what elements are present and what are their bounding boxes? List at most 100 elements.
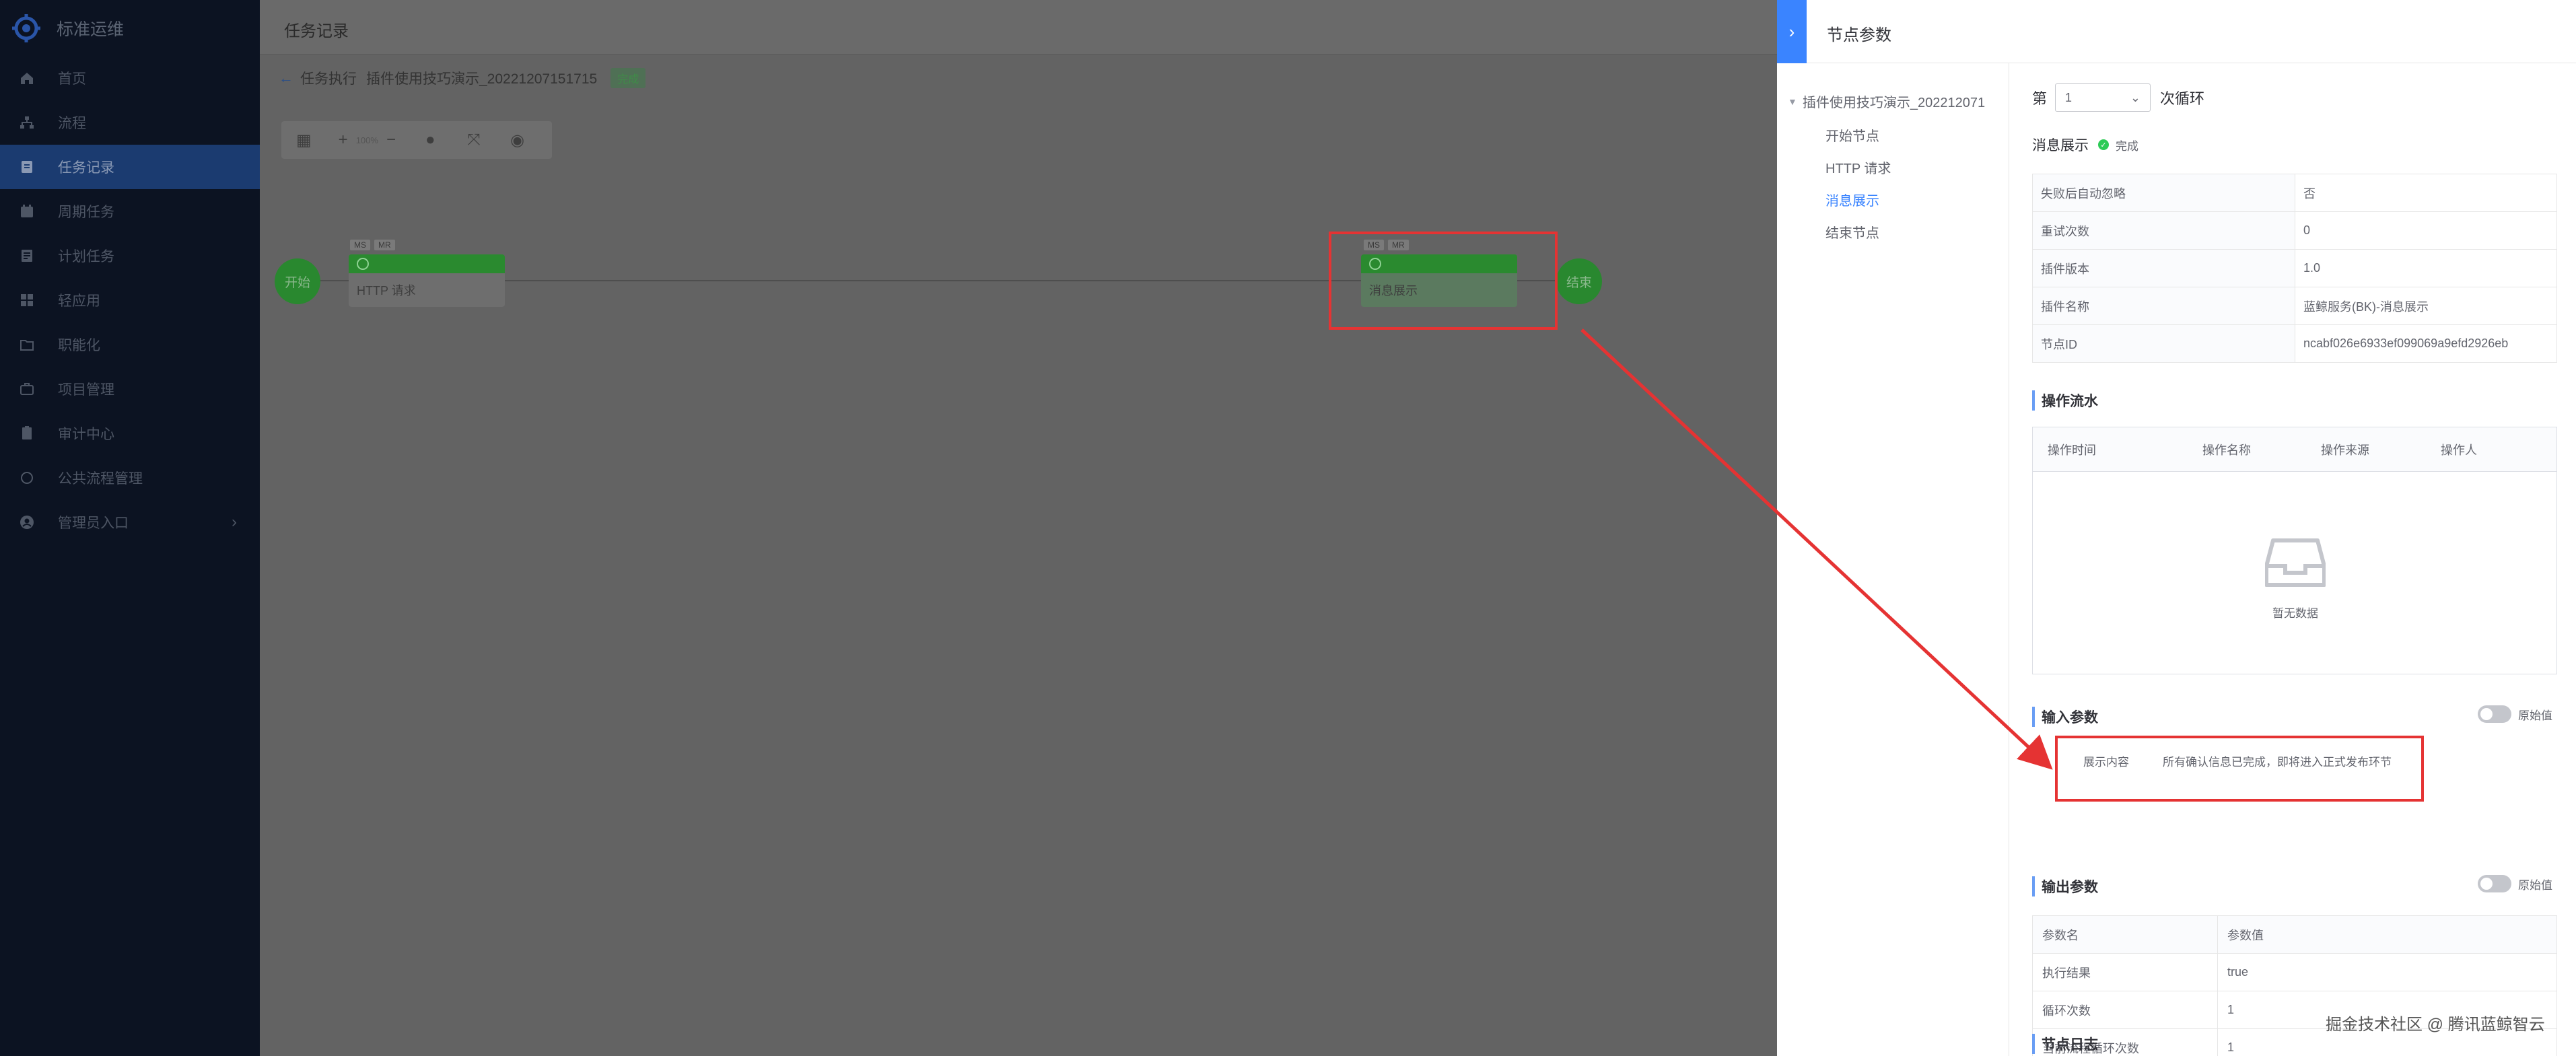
back-arrow-icon[interactable]: ← — [279, 69, 293, 87]
sidebar-item-plan-task[interactable]: 计划任务 — [0, 234, 260, 278]
brand-name: 标准运维 — [57, 20, 125, 39]
breadcrumb-parent[interactable]: 任务执行 — [300, 68, 357, 88]
sidebar-item-label: 轻应用 — [58, 293, 100, 309]
logo-gear-icon — [12, 14, 40, 42]
sidebar-item-project[interactable]: 项目管理 — [0, 367, 260, 411]
sidebar-item-light-app[interactable]: 轻应用 — [0, 278, 260, 322]
zoom-out-icon[interactable]: − — [386, 131, 396, 149]
tree-item-start[interactable]: 开始节点 — [1825, 125, 1879, 145]
reset-icon[interactable]: ● — [421, 131, 440, 149]
toggle-label: 原始值 — [2518, 709, 2552, 722]
light-app-icon — [21, 294, 33, 306]
node-status: 完成 — [2116, 139, 2138, 153]
sidebar-item-functional[interactable]: 职能化 — [0, 322, 260, 367]
node-tree: ▼ 插件使用技巧演示_202212071 开始节点 HTTP 请求 消息展示 结… — [1777, 63, 2009, 1056]
canvas-toolbar: ▦ + 100% − ● ⤧ ◉ — [281, 121, 552, 159]
toggle-label: 原始值 — [2518, 878, 2552, 892]
loop-suffix: 次循环 — [2160, 90, 2205, 107]
sidebar-item-label: 项目管理 — [58, 382, 114, 398]
toggle-switch[interactable] — [2478, 875, 2511, 892]
table-header: 参数名 参数值 — [2032, 915, 2557, 954]
sidebar-item-flow[interactable]: 流程 — [0, 100, 260, 145]
plan-task-icon — [22, 250, 32, 262]
tree-item-message[interactable]: 消息展示 — [1825, 190, 1879, 209]
eye-icon[interactable]: ◉ — [508, 131, 526, 149]
sidebar-item-home[interactable]: 首页 — [0, 56, 260, 100]
periodic-task-icon — [21, 205, 33, 217]
tree-item-end[interactable]: 结束节点 — [1825, 222, 1879, 242]
loop-select[interactable]: 1 ⌄ — [2055, 83, 2151, 112]
output-params-table: 参数名 参数值 执行结果 true 循环次数 1 当前流程循环次数 1 — [2032, 915, 2557, 1056]
start-node[interactable]: 开始 — [275, 258, 320, 304]
node-info-table: 失败后自动忽略否 重试次数 0 插件版本 1.0 插件名称 蓝鲸服务(BK)-消息展示… — [2032, 174, 2557, 363]
status-badge: 完成 — [611, 68, 646, 88]
empty-text: 暂无数据 — [2272, 607, 2318, 620]
sidebar-item-admin[interactable]: 管理员入口 › — [0, 500, 260, 544]
layout-icon[interactable]: ▦ — [295, 131, 313, 149]
main-header: 任务记录 — [260, 0, 1777, 55]
node-name: 消息展示 — [2032, 138, 2089, 153]
flow-icon — [20, 116, 34, 129]
home-icon — [21, 73, 33, 84]
node-tag: MS — [350, 240, 370, 250]
audit-icon — [22, 426, 32, 439]
input-raw-toggle[interactable]: 原始值 — [2478, 705, 2552, 723]
chevron-down-icon: ⌄ — [2130, 90, 2141, 104]
table-row: 执行结果 true — [2032, 953, 2557, 991]
sidebar-item-label: 公共流程管理 — [58, 471, 143, 487]
breadcrumb: ← 任务执行 插件使用技巧演示_20221207151715 完成 — [279, 67, 646, 89]
sidebar-item-task-record[interactable]: 任务记录 — [0, 145, 260, 189]
toggle-switch[interactable] — [2478, 705, 2511, 723]
info-value: 蓝鲸服务(BK)-消息展示 — [2295, 287, 2557, 325]
loop-select-value: 1 — [2065, 90, 2073, 104]
public-flow-icon — [21, 472, 33, 484]
watermark: 掘金技术社区 @ 腾讯蓝鲸智云 — [2326, 1016, 2545, 1034]
table-row: 插件版本 1.0 — [2032, 249, 2557, 287]
column-header: 操作时间 — [2048, 443, 2096, 457]
column-header: 操作人 — [2441, 443, 2477, 457]
sidebar-item-label: 管理员入口 — [58, 516, 129, 531]
caret-down-icon: ▼ — [1788, 96, 1797, 107]
collapse-button[interactable]: › — [1777, 0, 1807, 63]
end-node[interactable]: 结束 — [1556, 258, 1602, 304]
node-params-panel: › 节点参数 ▼ 插件使用技巧演示_202212071 开始节点 HTTP 请求… — [1777, 0, 2576, 1056]
admin-icon — [20, 516, 34, 529]
column-header: 操作名称 — [2202, 443, 2251, 457]
column-header: 参数名 — [2032, 915, 2218, 954]
chevron-right-icon: › — [1788, 21, 1795, 42]
info-key: 节点ID — [2032, 324, 2295, 363]
sidebar-item-audit[interactable]: 审计中心 — [0, 411, 260, 456]
param-value: true — [2217, 953, 2557, 991]
zoom-in-icon[interactable]: + — [339, 131, 348, 149]
sidebar-item-label: 流程 — [58, 116, 86, 131]
brand[interactable]: 标准运维 — [11, 8, 124, 48]
fullscreen-icon[interactable]: ⤧ — [465, 131, 483, 149]
operation-log-table: 操作时间 操作名称 操作来源 操作人 暂无数据 — [2032, 427, 2557, 674]
sidebar-item-public-flow[interactable]: 公共流程管理 — [0, 456, 260, 500]
node-status-bar — [349, 254, 505, 273]
flow-node-http[interactable]: HTTP 请求 — [349, 254, 505, 307]
param-name: 执行结果 — [2032, 953, 2218, 991]
param-name: 循环次数 — [2032, 991, 2218, 1029]
sidebar-item-periodic-task[interactable]: 周期任务 — [0, 189, 260, 234]
table-row: 插件名称 蓝鲸服务(BK)-消息展示 — [2032, 287, 2557, 325]
node-detail: 第 1 ⌄ 次循环 消息展示 ✓ 完成 失败后自动忽略否 重试次数 0 插件版本 1… — [2009, 63, 2576, 1056]
node-log-title: 节点日志 — [2032, 1034, 2098, 1054]
info-key: 插件名称 — [2032, 287, 2295, 325]
panel-header: › 节点参数 — [1777, 0, 2576, 63]
highlight-box-input — [2055, 736, 2424, 802]
sidebar-item-label: 首页 — [58, 71, 86, 87]
highlight-box-node — [1329, 232, 1558, 330]
tree-item-http[interactable]: HTTP 请求 — [1825, 157, 1891, 177]
tree-root-label: 插件使用技巧演示_202212071 — [1802, 96, 1986, 110]
output-raw-toggle[interactable]: 原始值 — [2478, 875, 2552, 892]
sidebar-item-label: 任务记录 — [58, 160, 114, 176]
chevron-right-icon: › — [232, 513, 237, 531]
tree-root[interactable]: ▼ 插件使用技巧演示_202212071 — [1788, 92, 1985, 111]
breadcrumb-task-name: 插件使用技巧演示_20221207151715 — [366, 71, 598, 87]
operation-log-title: 操作流水 — [2032, 390, 2098, 411]
info-value: 否 — [2295, 174, 2557, 212]
page-title: 任务记录 — [284, 22, 349, 40]
input-params-title: 输入参数 — [2032, 707, 2098, 727]
info-key: 重试次数 — [2032, 211, 2295, 250]
